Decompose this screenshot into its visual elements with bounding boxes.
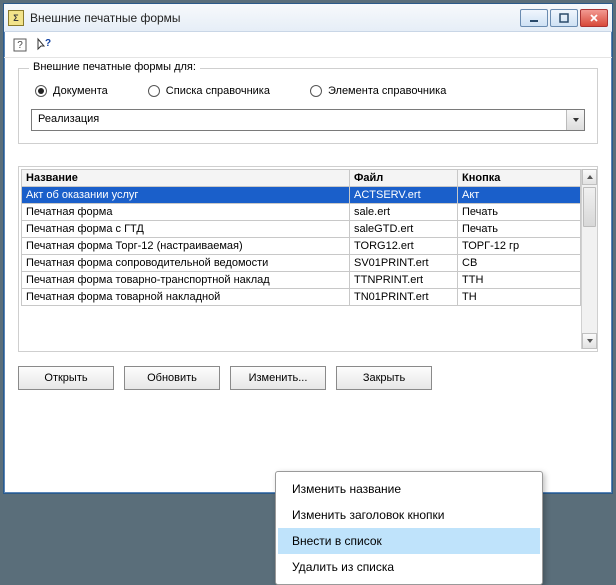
radio-element[interactable]: Элемента справочника bbox=[310, 85, 446, 97]
cell-button: Печать bbox=[458, 221, 581, 238]
cell-file: saleGTD.ert bbox=[350, 221, 458, 238]
cell-file: ACTSERV.ert bbox=[350, 187, 458, 204]
th-file[interactable]: Файл bbox=[350, 170, 458, 187]
context-menu-item[interactable]: Внести в список bbox=[278, 528, 540, 554]
svg-text:?: ? bbox=[17, 40, 23, 51]
cell-name: Печатная форма сопроводительной ведомост… bbox=[22, 255, 350, 272]
scrollbar[interactable] bbox=[581, 169, 597, 349]
close-icon bbox=[589, 13, 599, 23]
table-row[interactable]: Печатная форма товарно-транспортной накл… bbox=[22, 272, 581, 289]
context-menu: Изменить названиеИзменить заголовок кноп… bbox=[275, 471, 543, 585]
maximize-button[interactable] bbox=[550, 9, 578, 27]
button-row: Открыть Обновить Изменить... Закрыть bbox=[18, 366, 598, 390]
filter-group: Внешние печатные формы для: Документа Сп… bbox=[18, 68, 598, 144]
radio-icon bbox=[35, 85, 47, 97]
chevron-up-icon bbox=[586, 173, 594, 181]
scroll-up-button[interactable] bbox=[582, 169, 597, 185]
forms-table[interactable]: Название Файл Кнопка Акт об оказании усл… bbox=[21, 169, 581, 306]
toolbar: ? ? bbox=[4, 32, 612, 58]
window-title: Внешние печатные формы bbox=[30, 11, 520, 25]
cell-file: sale.ert bbox=[350, 204, 458, 221]
open-button[interactable]: Открыть bbox=[18, 366, 114, 390]
cell-button: ТОРГ-12 гр bbox=[458, 238, 581, 255]
table-row[interactable]: Печатная форма сопроводительной ведомост… bbox=[22, 255, 581, 272]
cell-name: Печатная форма товарно-транспортной накл… bbox=[22, 272, 350, 289]
cell-file: TN01PRINT.ert bbox=[350, 289, 458, 306]
minimize-icon bbox=[529, 13, 539, 23]
cell-button: Акт bbox=[458, 187, 581, 204]
radio-document[interactable]: Документа bbox=[35, 85, 108, 97]
cell-button: СВ bbox=[458, 255, 581, 272]
cell-name: Печатная форма с ГТД bbox=[22, 221, 350, 238]
radio-label: Списка справочника bbox=[166, 85, 270, 97]
th-button[interactable]: Кнопка bbox=[458, 170, 581, 187]
scroll-thumb[interactable] bbox=[583, 187, 596, 227]
table-row[interactable]: Печатная форма с ГТДsaleGTD.ertПечать bbox=[22, 221, 581, 238]
refresh-button[interactable]: Обновить bbox=[124, 366, 220, 390]
cell-button: ТН bbox=[458, 289, 581, 306]
cell-name: Печатная форма Торг-12 (настраиваемая) bbox=[22, 238, 350, 255]
cell-name: Печатная форма товарной накладной bbox=[22, 289, 350, 306]
group-legend: Внешние печатные формы для: bbox=[29, 61, 200, 73]
window: Σ Внешние печатные формы ? ? Внешни bbox=[3, 3, 613, 494]
combo-drop-button[interactable] bbox=[566, 110, 584, 130]
table-row[interactable]: Печатная форма Торг-12 (настраиваемая)TO… bbox=[22, 238, 581, 255]
table-row[interactable]: Печатная форма товарной накладнойTN01PRI… bbox=[22, 289, 581, 306]
chevron-down-icon bbox=[572, 116, 580, 124]
maximize-icon bbox=[559, 13, 569, 23]
help-icon: ? bbox=[13, 38, 27, 52]
context-menu-item[interactable]: Изменить заголовок кнопки bbox=[278, 502, 540, 528]
type-combo[interactable]: Реализация bbox=[31, 109, 585, 131]
radio-label: Элемента справочника bbox=[328, 85, 446, 97]
radio-row: Документа Списка справочника Элемента сп… bbox=[35, 85, 585, 97]
radio-icon bbox=[310, 85, 322, 97]
context-menu-item[interactable]: Удалить из списка bbox=[278, 554, 540, 580]
cell-file: TORG12.ert bbox=[350, 238, 458, 255]
cell-name: Акт об оказании услуг bbox=[22, 187, 350, 204]
table-header-row: Название Файл Кнопка bbox=[22, 170, 581, 187]
scroll-down-button[interactable] bbox=[582, 333, 597, 349]
chevron-down-icon bbox=[586, 337, 594, 345]
cell-file: SV01PRINT.ert bbox=[350, 255, 458, 272]
cell-button: Печать bbox=[458, 204, 581, 221]
context-menu-item[interactable]: Изменить название bbox=[278, 476, 540, 502]
help-button[interactable]: ? bbox=[12, 37, 28, 53]
combo-value: Реализация bbox=[32, 110, 566, 130]
whatsthis-button[interactable]: ? bbox=[36, 37, 52, 53]
svg-text:?: ? bbox=[45, 38, 51, 49]
change-button[interactable]: Изменить... bbox=[230, 366, 326, 390]
close-button[interactable] bbox=[580, 9, 608, 27]
client-area: Внешние печатные формы для: Документа Сп… bbox=[4, 58, 612, 404]
app-icon: Σ bbox=[8, 10, 24, 26]
cell-button: ТТН bbox=[458, 272, 581, 289]
th-name[interactable]: Название bbox=[22, 170, 350, 187]
cell-name: Печатная форма bbox=[22, 204, 350, 221]
radio-label: Документа bbox=[53, 85, 108, 97]
cursor-help-icon: ? bbox=[36, 37, 52, 53]
close-form-button[interactable]: Закрыть bbox=[336, 366, 432, 390]
table-panel: Название Файл Кнопка Акт об оказании усл… bbox=[18, 166, 598, 352]
table-row[interactable]: Акт об оказании услугACTSERV.ertАкт bbox=[22, 187, 581, 204]
cell-file: TTNPRINT.ert bbox=[350, 272, 458, 289]
table-row[interactable]: Печатная формаsale.ertПечать bbox=[22, 204, 581, 221]
radio-list[interactable]: Списка справочника bbox=[148, 85, 270, 97]
titlebar: Σ Внешние печатные формы bbox=[4, 4, 612, 32]
radio-icon bbox=[148, 85, 160, 97]
minimize-button[interactable] bbox=[520, 9, 548, 27]
